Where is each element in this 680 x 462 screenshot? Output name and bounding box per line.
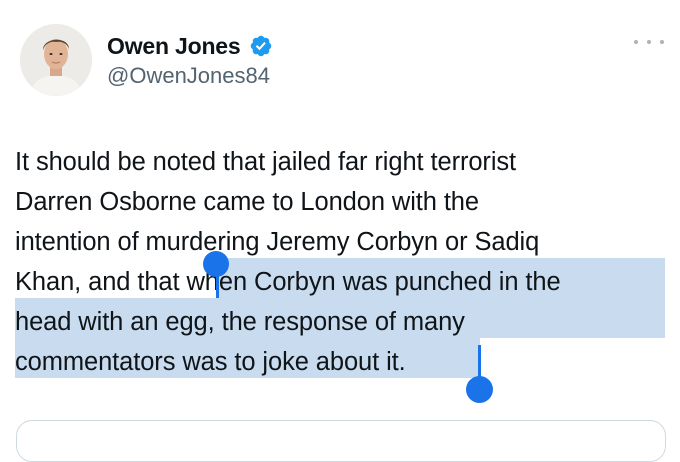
author-handle[interactable]: @OwenJones84 xyxy=(107,63,270,89)
dot xyxy=(634,40,638,44)
verified-badge-icon xyxy=(250,35,271,57)
avatar-photo xyxy=(20,24,92,96)
author-name[interactable]: Owen Jones xyxy=(107,33,241,60)
dot xyxy=(647,40,651,44)
tweet-text-line: Darren Osborne came to London with the xyxy=(15,188,479,216)
embedded-card[interactable] xyxy=(16,420,666,462)
tweet-text-line: intention of murdering Jeremy Corbyn or … xyxy=(15,228,540,256)
tweet-text-line: commentators was to joke about it. xyxy=(15,348,406,376)
selection-start-knob[interactable] xyxy=(203,251,229,277)
tweet-text-line: head with an egg, the response of many xyxy=(15,308,465,336)
tweet-text-line: It should be noted that jailed far right… xyxy=(15,148,517,176)
selection-end-knob[interactable] xyxy=(466,376,493,403)
tweet-text[interactable]: It should be noted that jailed far right… xyxy=(15,142,665,382)
tweet-text-line: Khan, and that when Corbyn was punched i… xyxy=(15,268,561,296)
dot xyxy=(660,40,664,44)
avatar[interactable] xyxy=(20,24,92,96)
more-horizontal-icon[interactable] xyxy=(634,34,664,50)
author-name-row: Owen Jones xyxy=(107,31,273,61)
